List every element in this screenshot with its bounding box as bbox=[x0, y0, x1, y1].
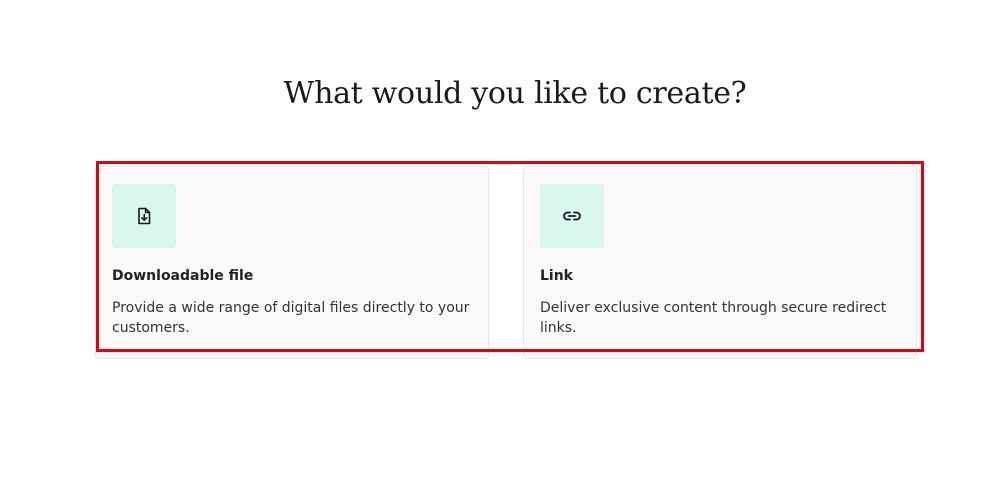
page-title: What would you like to create? bbox=[283, 76, 747, 111]
card-title: Downloadable file bbox=[112, 268, 254, 284]
link-card[interactable]: Link Deliver exclusive content through s… bbox=[523, 166, 917, 359]
downloadable-file-card[interactable]: Downloadable file Provide a wide range o… bbox=[95, 166, 489, 359]
card-title: Link bbox=[540, 268, 573, 284]
create-page: What would you like to create? Downloada… bbox=[0, 0, 984, 499]
file-icon-container bbox=[112, 184, 176, 248]
link-icon bbox=[563, 211, 581, 221]
file-download-icon bbox=[138, 207, 151, 225]
link-icon-container bbox=[540, 184, 604, 248]
card-description: Provide a wide range of digital files di… bbox=[112, 300, 470, 336]
card-description: Deliver exclusive content through secure… bbox=[540, 300, 887, 336]
